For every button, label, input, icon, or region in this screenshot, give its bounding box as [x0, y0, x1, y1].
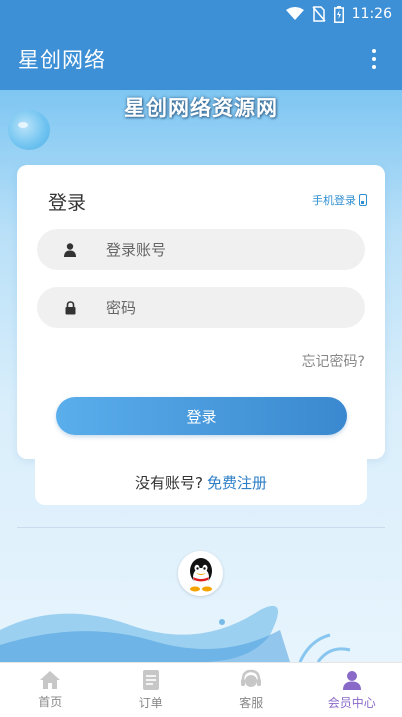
- tab-orders[interactable]: 订单: [101, 663, 202, 717]
- tab-member-center-label: 会员中心: [327, 696, 376, 710]
- status-bar: 11:26: [0, 0, 402, 28]
- more-menu-button[interactable]: [362, 44, 386, 74]
- phone-login-label: 手机登录: [312, 194, 356, 207]
- bottom-tab-bar: 首页 订单 客服 会员中心: [0, 662, 402, 717]
- login-card: 登录 手机登录 登录账号 密码 忘记密码? 登录: [17, 165, 385, 459]
- app-bar: 星创网络: [0, 28, 402, 90]
- register-box: 没有账号? 免费注册: [35, 459, 367, 505]
- hero-title: 星创网络资源网: [124, 96, 278, 120]
- phone-login-link[interactable]: 手机登录: [312, 192, 367, 208]
- register-prompt: 没有账号?: [135, 473, 203, 492]
- password-field[interactable]: 密码: [37, 287, 365, 328]
- tab-service-label: 客服: [239, 696, 264, 710]
- battery-icon: [333, 5, 344, 23]
- tab-home-label: 首页: [38, 695, 63, 709]
- member-icon: [342, 671, 361, 690]
- tab-member-center[interactable]: 会员中心: [302, 663, 402, 717]
- username-placeholder: 登录账号: [106, 241, 167, 259]
- phone-icon: [359, 194, 367, 206]
- divider: [17, 527, 385, 528]
- more-vert-icon: [372, 49, 376, 53]
- login-button[interactable]: 登录: [56, 397, 347, 435]
- service-icon: [241, 669, 262, 687]
- app-title: 星创网络: [18, 48, 106, 72]
- status-time: 11:26: [351, 6, 392, 22]
- lock-icon: [50, 300, 90, 315]
- tab-orders-label: 订单: [138, 696, 163, 710]
- user-icon: [50, 242, 90, 257]
- no-sim-icon: [312, 6, 326, 22]
- username-field[interactable]: 登录账号: [37, 229, 365, 270]
- wifi-icon: [285, 7, 304, 21]
- login-title: 登录: [48, 192, 87, 214]
- register-link[interactable]: 免费注册: [207, 472, 267, 493]
- tab-home[interactable]: 首页: [0, 663, 101, 717]
- password-placeholder: 密码: [106, 299, 137, 317]
- home-icon: [40, 671, 61, 689]
- tab-service[interactable]: 客服: [201, 663, 302, 717]
- wave-decoration: [0, 605, 351, 662]
- forgot-password-link[interactable]: 忘记密码?: [302, 351, 365, 371]
- qq-icon: [189, 557, 212, 591]
- order-icon: [142, 670, 159, 690]
